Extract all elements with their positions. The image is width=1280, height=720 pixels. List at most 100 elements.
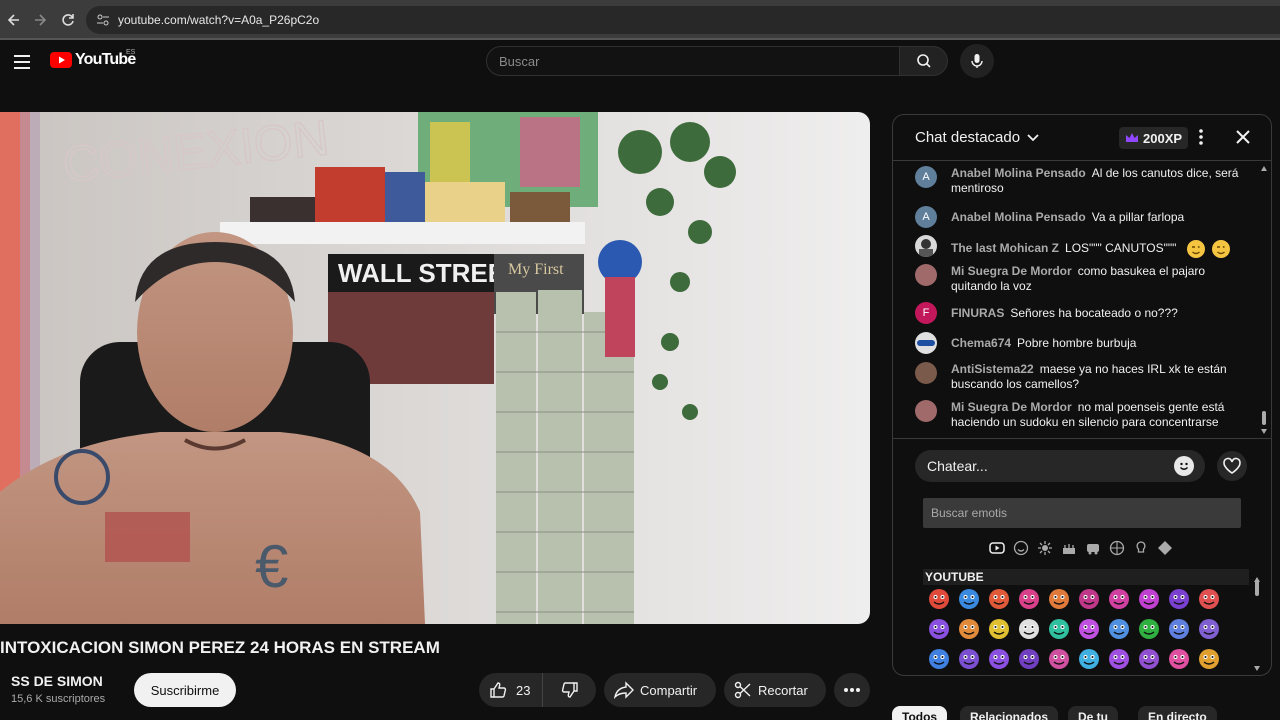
activity-category-icon[interactable] [1109, 540, 1125, 556]
search-input[interactable] [499, 53, 899, 69]
chat-author[interactable]: Mi Suegra De Mordor [951, 264, 1072, 278]
channel-name[interactable]: SS DE SIMON [11, 673, 103, 689]
chat-message: A Anabel Molina Pensado Va a pillar farlo… [915, 206, 1245, 228]
thumbs-down-icon [561, 682, 578, 698]
emoji-item[interactable] [1017, 647, 1041, 671]
youtube-logo[interactable]: YouTube ES [50, 49, 136, 69]
chat-author[interactable]: AntiSistema22 [951, 362, 1034, 376]
back-button[interactable] [4, 10, 24, 30]
chip-en-directo[interactable]: En directo [1138, 706, 1217, 720]
emoji-search-box[interactable] [923, 498, 1241, 528]
emoji-item[interactable] [957, 647, 981, 671]
youtube-category-icon[interactable] [989, 540, 1005, 556]
reload-button[interactable] [58, 10, 78, 30]
emoji-item[interactable] [1167, 647, 1191, 671]
emoji-item[interactable] [1167, 587, 1191, 611]
subscribe-button[interactable]: Suscribirme [134, 673, 236, 707]
chat-message-text: FINURAS Señores ha bocateado o no??? [951, 306, 1178, 320]
chip-de-tu[interactable]: De tu [1068, 706, 1118, 720]
clip-button[interactable]: Recortar [724, 673, 826, 707]
chat-message-text: The last Mohican Z LOS""" CANUTOS""" [951, 235, 1231, 259]
emoji-item[interactable] [1107, 647, 1131, 671]
food-category-icon[interactable] [1061, 540, 1077, 556]
emoji-item[interactable] [1047, 647, 1071, 671]
emoji-picker-button[interactable] [1174, 456, 1194, 476]
chat-mode-dropdown[interactable]: Chat destacado [915, 129, 1040, 146]
voice-search-button[interactable] [960, 44, 994, 78]
chat-author[interactable]: Anabel Molina Pensado [951, 210, 1086, 224]
dislike-button[interactable] [543, 673, 596, 707]
svg-text:€: € [255, 533, 288, 600]
chat-author[interactable]: FINURAS [951, 306, 1004, 320]
smiley-category-icon[interactable] [1013, 540, 1029, 556]
symbols-category-icon[interactable] [1157, 540, 1173, 556]
share-icon [614, 681, 634, 699]
chat-more-button[interactable] [1199, 129, 1203, 150]
emoji-item[interactable] [1017, 617, 1041, 641]
chat-message-list[interactable]: A Anabel Molina Pensado Al de los canutos… [893, 162, 1271, 438]
chat-message: A Anabel Molina Pensado Al de los canutos… [915, 166, 1245, 196]
emoji-item[interactable] [1197, 647, 1221, 671]
travel-category-icon[interactable] [1085, 540, 1101, 556]
emoji-item[interactable] [1137, 587, 1161, 611]
emoji-item[interactable] [927, 587, 951, 611]
emoji-item[interactable] [1107, 587, 1131, 611]
objects-category-icon[interactable] [1133, 540, 1149, 556]
like-button[interactable]: 23 [479, 673, 544, 707]
chat-author[interactable]: Chema674 [951, 336, 1011, 350]
emoji-item[interactable] [987, 617, 1011, 641]
site-settings-icon[interactable] [96, 13, 110, 27]
chat-compose-area: YOUTUBE [893, 438, 1271, 675]
live-chat-panel: Chat destacado 200XP A Anabel Molina Pen… [892, 114, 1272, 676]
emoji-item[interactable] [1197, 587, 1221, 611]
emoji-item[interactable] [987, 647, 1011, 671]
chat-message: Mi Suegra De Mordor como basukea el pajar… [915, 264, 1245, 294]
chip-relacionados[interactable]: Relacionados [960, 706, 1059, 720]
emoji-item[interactable] [1197, 617, 1221, 641]
search-box[interactable] [486, 46, 900, 76]
chat-author[interactable]: The last Mohican Z [951, 241, 1059, 255]
chat-scrollbar[interactable] [1261, 165, 1267, 435]
emoji-item[interactable] [1017, 587, 1041, 611]
video-player[interactable]: WALL STREET My First CONEXION € [0, 112, 870, 624]
chip-todos[interactable]: Todos [892, 706, 948, 720]
search-button[interactable] [900, 46, 948, 76]
heart-icon [1223, 457, 1241, 474]
menu-icon[interactable] [14, 52, 34, 72]
page-scrollbar[interactable] [1254, 576, 1260, 672]
emoji-item[interactable] [987, 587, 1011, 611]
chat-author[interactable]: Mi Suegra De Mordor [951, 400, 1072, 414]
nature-category-icon[interactable] [1037, 540, 1053, 556]
chat-message-text: Chema674 Pobre hombre burbuja [951, 336, 1137, 350]
chat-author[interactable]: Anabel Molina Pensado [951, 166, 1086, 180]
emoji-item[interactable] [957, 587, 981, 611]
share-label: Compartir [640, 682, 698, 698]
emoji-item[interactable] [1107, 617, 1131, 641]
emoji-item[interactable] [927, 617, 951, 641]
emoji-item[interactable] [1077, 617, 1101, 641]
emoji-item[interactable] [957, 617, 981, 641]
emoji-search-input[interactable] [931, 506, 1231, 520]
reaction-heart-button[interactable] [1217, 451, 1247, 481]
emoji-item[interactable] [1047, 617, 1071, 641]
thumbs-up-icon [490, 682, 507, 698]
emoji-item[interactable] [1137, 647, 1161, 671]
xp-badge[interactable]: 200XP [1119, 127, 1189, 149]
avatar [915, 264, 937, 286]
emoji-item[interactable] [1077, 647, 1101, 671]
chat-message: Mi Suegra De Mordor no mal poenseis gente… [915, 400, 1245, 430]
emoji-item[interactable] [1167, 617, 1191, 641]
forward-button[interactable] [30, 10, 50, 30]
emoji-item[interactable] [1077, 587, 1101, 611]
more-actions-button[interactable] [834, 673, 870, 707]
address-bar[interactable]: youtube.com/watch?v=A0a_P26pC2o [86, 6, 1280, 34]
avatar [915, 235, 937, 257]
share-button[interactable]: Compartir [604, 673, 716, 707]
emoji-item[interactable] [1047, 587, 1071, 611]
chat-close-button[interactable] [1234, 128, 1252, 151]
chat-input[interactable] [927, 458, 1167, 474]
clip-label: Recortar [758, 682, 808, 698]
emoji-item[interactable] [927, 647, 951, 671]
chat-input-box[interactable] [915, 450, 1205, 482]
emoji-item[interactable] [1137, 617, 1161, 641]
